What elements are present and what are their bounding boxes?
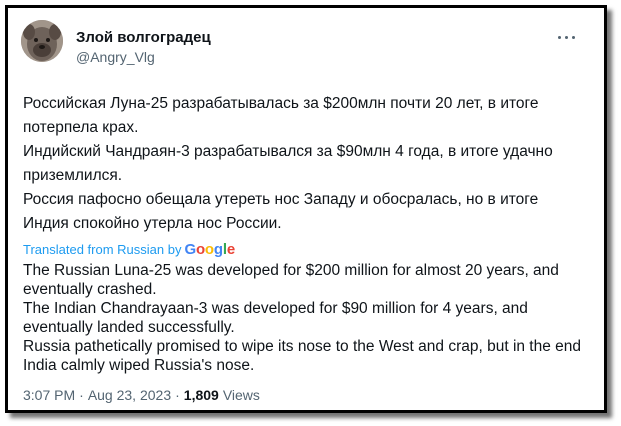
tweet-header: Злой волгоградец @Angry_Vlg <box>20 16 592 74</box>
ru-line: Индийский Чандраян-3 разрабатывался за $… <box>23 143 553 184</box>
views-count: 1,809 <box>183 387 219 403</box>
more-horizontal-icon[interactable] <box>556 30 578 46</box>
en-line: The Russian Luna-25 was developed for $2… <box>23 262 559 298</box>
avatar[interactable] <box>21 20 63 62</box>
tweet-date[interactable]: Aug 23, 2023 <box>88 387 171 403</box>
translated-label: Translated from Russian by <box>23 241 182 257</box>
original-text: Российская Луна-25 разрабатывалась за $2… <box>23 92 588 236</box>
tweet-content: Злой волгоградец @Angry_Vlg Российская Л… <box>20 16 592 404</box>
en-line: The Indian Chandrayaan-3 was developed f… <box>23 300 528 336</box>
avatar-image <box>21 20 63 62</box>
separator: · <box>175 387 180 403</box>
tweet-card: Злой волгоградец @Angry_Vlg Российская Л… <box>5 5 607 413</box>
separator: · <box>79 387 84 403</box>
translation-attribution[interactable]: Translated from Russian by Google <box>23 239 588 259</box>
author-name[interactable]: Злой волгоградец <box>76 29 211 46</box>
google-logo: Google <box>184 240 235 258</box>
author-handle[interactable]: @Angry_Vlg <box>76 49 155 65</box>
ru-line: Российская Луна-25 разрабатывалась за $2… <box>23 95 539 136</box>
views-label: Views <box>222 387 260 403</box>
tweet-meta: 3:07 PM · Aug 23, 2023 · 1,809 Views <box>23 387 260 403</box>
tweet-time[interactable]: 3:07 PM <box>23 387 75 403</box>
translated-text: The Russian Luna-25 was developed for $2… <box>23 261 588 375</box>
tweet-body: Российская Луна-25 разрабатывалась за $2… <box>23 92 588 375</box>
ru-line: Россия пафосно обещала утереть нос Запад… <box>23 191 539 232</box>
en-line: Russia pathetically promised to wipe its… <box>23 338 582 374</box>
